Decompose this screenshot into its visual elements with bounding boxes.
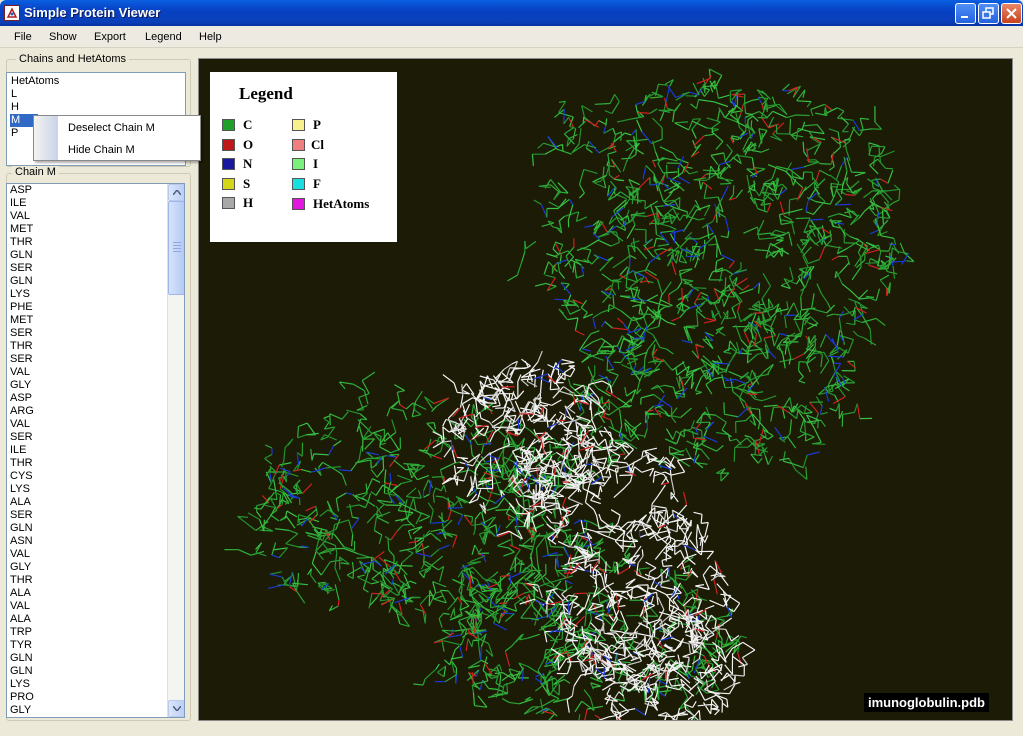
residue-item[interactable]: TYR (10, 639, 34, 652)
window-title: Simple Protein Viewer (24, 5, 161, 20)
legend-label-hetatoms: HetAtoms (313, 196, 370, 211)
scroll-down-button[interactable] (168, 700, 184, 717)
legend-swatch-hetatoms (292, 198, 305, 210)
residue-item[interactable]: PHE (10, 301, 34, 314)
residue-item[interactable]: GLN (10, 275, 34, 288)
legend-label-i: I (313, 156, 319, 171)
menu-file[interactable]: File (14, 31, 32, 43)
residue-item[interactable]: LYS (10, 483, 34, 496)
residue-item[interactable]: THR (10, 457, 34, 470)
chain-m-group-title: Chain M (12, 166, 59, 178)
legend-label-cl: Cl (311, 137, 324, 152)
residue-item[interactable]: ASN (10, 535, 34, 548)
chain-item-hetatoms[interactable]: HetAtoms (10, 75, 60, 88)
context-menu: Deselect Chain M Hide Chain M (33, 115, 201, 161)
scroll-thumb[interactable] (168, 201, 184, 295)
legend-label-h: H (243, 195, 254, 210)
residue-item[interactable]: ARG (10, 405, 34, 418)
residue-item[interactable]: ALA (10, 496, 34, 509)
residue-item[interactable]: GLN (10, 665, 34, 678)
menu-export[interactable]: Export (94, 31, 126, 43)
legend-label-p: P (313, 117, 321, 132)
residue-item[interactable]: SER (10, 431, 34, 444)
residue-item[interactable]: SER (10, 327, 34, 340)
legend-swatch-c (222, 119, 235, 131)
residue-item[interactable]: LYS (10, 678, 34, 691)
residue-item[interactable]: MET (10, 314, 34, 327)
legend-swatch-o (222, 139, 235, 151)
deselect-chain-menu-item[interactable]: Deselect Chain M (68, 122, 155, 134)
legend-swatch-f (292, 178, 305, 190)
residue-item[interactable]: ILE (10, 444, 34, 457)
residue-item[interactable]: VAL (10, 366, 34, 379)
legend-box: Legend C O N S H P Cl I F HetAtoms (210, 72, 397, 242)
menu-show[interactable]: Show (49, 31, 77, 43)
residue-item[interactable]: GLN (10, 652, 34, 665)
legend-swatch-i (292, 158, 305, 170)
residue-item[interactable]: THR (10, 236, 34, 249)
chain-item-p[interactable]: P (10, 127, 19, 140)
chains-group-title: Chains and HetAtoms (16, 53, 129, 65)
residue-item[interactable]: LYS (10, 288, 34, 301)
protein-viewer[interactable]: Legend C O N S H P Cl I F HetAtoms imuno… (198, 58, 1013, 721)
chain-item-h[interactable]: H (10, 101, 20, 114)
close-button[interactable] (1001, 3, 1022, 24)
residue-item[interactable]: VAL (10, 600, 34, 613)
legend-label-c: C (243, 117, 253, 132)
legend-swatch-h (222, 197, 235, 209)
residue-item[interactable]: GLY (10, 379, 34, 392)
restore-button[interactable] (978, 3, 999, 24)
legend-swatch-n (222, 158, 235, 170)
residue-item[interactable]: THR (10, 574, 34, 587)
legend-swatch-s (222, 178, 235, 190)
scroll-up-button[interactable] (168, 184, 184, 201)
residue-item[interactable]: THR (10, 340, 34, 353)
residue-item[interactable]: ALA (10, 613, 34, 626)
residue-item[interactable]: ASP (10, 184, 34, 197)
residue-items: ASP ILE VAL MET THR GLN SER GLN LYS PHE MET SER THR S… (10, 184, 34, 717)
residue-item[interactable]: PRO (10, 691, 34, 704)
chain-item-l[interactable]: L (10, 88, 18, 101)
residue-list[interactable]: ASP ILE VAL MET THR GLN SER GLN LYS PHE MET SER THR S… (6, 183, 185, 718)
vertical-scrollbar[interactable] (167, 184, 184, 717)
residue-item[interactable]: GLN (10, 522, 34, 535)
file-name-label: imunoglobulin.pdb (864, 693, 989, 712)
residue-item[interactable]: TRP (10, 626, 34, 639)
menu-bar: File Show Export Legend Help (0, 26, 1023, 48)
legend-label-f: F (313, 176, 321, 191)
legend-swatch-p (292, 119, 305, 131)
legend-label-o: O (243, 137, 254, 152)
residue-item[interactable]: ASP (10, 392, 34, 405)
residue-item[interactable]: ALA (10, 587, 34, 600)
app-icon (4, 5, 20, 21)
legend-label-n: N (243, 156, 253, 171)
residue-item[interactable]: ILE (10, 197, 34, 210)
title-bar[interactable]: Simple Protein Viewer (0, 0, 1023, 26)
residue-item[interactable]: VAL (10, 548, 34, 561)
residue-item[interactable]: SER (10, 509, 34, 522)
residue-item[interactable]: GLN (10, 249, 34, 262)
residue-item[interactable]: VAL (10, 418, 34, 431)
legend-label-s: S (243, 176, 251, 191)
residue-item[interactable]: GLY (10, 704, 34, 717)
minimize-button[interactable] (955, 3, 976, 24)
residue-item[interactable]: MET (10, 223, 34, 236)
status-bar (0, 724, 1023, 736)
residue-item[interactable]: VAL (10, 210, 34, 223)
residue-item[interactable]: SER (10, 353, 34, 366)
legend-title: Legend (239, 84, 293, 103)
residue-item[interactable]: CYS (10, 470, 34, 483)
menu-legend[interactable]: Legend (145, 31, 182, 43)
residue-item[interactable]: SER (10, 262, 34, 275)
residue-item[interactable]: GLY (10, 561, 34, 574)
menu-help[interactable]: Help (199, 31, 222, 43)
legend-swatch-cl (292, 139, 305, 151)
hide-chain-menu-item[interactable]: Hide Chain M (68, 144, 135, 156)
